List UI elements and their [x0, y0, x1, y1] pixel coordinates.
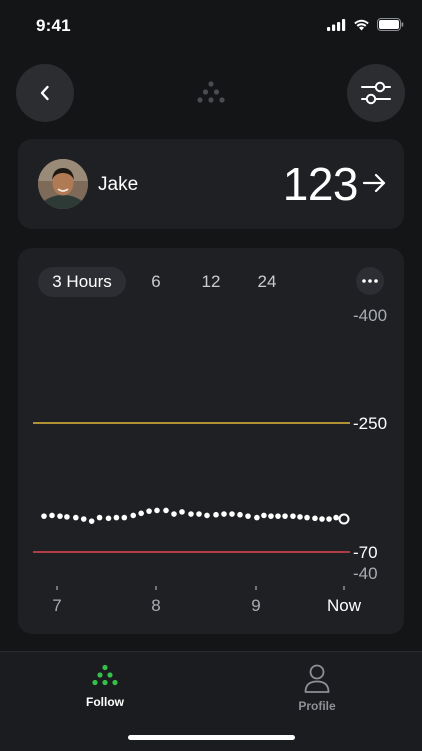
sliders-icon [361, 81, 391, 105]
data-point [221, 511, 227, 517]
data-point [88, 518, 95, 524]
data-point [146, 508, 152, 514]
data-point [49, 512, 55, 519]
data-point [290, 513, 296, 519]
y-tick-label-70: -70 [353, 543, 378, 562]
data-point [254, 514, 260, 521]
data-point-current [338, 513, 350, 525]
battery-icon [377, 18, 404, 31]
data-point [130, 512, 137, 519]
data-point [204, 512, 210, 519]
avatar [38, 159, 88, 209]
data-point [319, 516, 325, 522]
data-point [154, 507, 160, 514]
data-point [333, 514, 339, 521]
data-point [297, 514, 303, 520]
nav-follow[interactable]: Follow [45, 664, 165, 709]
data-point [121, 514, 128, 521]
data-point [312, 515, 318, 522]
arrow-right-icon [362, 173, 386, 193]
y-tick-label-40: -40 [353, 564, 378, 583]
data-point [96, 514, 103, 521]
data-point [138, 510, 144, 517]
y-tick-label-400: -400 [353, 306, 387, 325]
signal-icon [327, 18, 346, 31]
data-point [282, 513, 288, 519]
user-reading-card[interactable]: Jake 123 [18, 139, 404, 229]
data-point [73, 514, 79, 521]
x-tick-label-9: 9 [251, 596, 260, 615]
x-tick-label-8: 8 [151, 596, 160, 615]
data-point [64, 514, 70, 520]
data-point [105, 515, 112, 522]
status-time: 9:41 [36, 16, 71, 35]
glucose-chart-card: 3 Hours 6 12 24 -400 -250 -70 -40 7 8 9 Now [18, 248, 404, 634]
data-point [245, 513, 251, 519]
data-point [268, 513, 274, 519]
chevron-left-icon [40, 85, 49, 101]
data-point [261, 512, 267, 519]
glucose-reading: 123 [282, 158, 359, 210]
data-point [171, 511, 177, 517]
filter-button[interactable] [347, 64, 405, 122]
data-point [229, 511, 235, 517]
data-point [237, 511, 243, 518]
home-indicator [128, 735, 295, 740]
profile-icon [304, 664, 330, 693]
back-button[interactable] [16, 64, 74, 122]
x-tick-label-7: 7 [52, 596, 61, 615]
y-tick-label-250: -250 [353, 414, 387, 433]
nav-profile[interactable]: Profile [257, 664, 377, 713]
data-point [113, 514, 120, 521]
x-tick-label-Now: Now [327, 596, 362, 615]
data-point [196, 511, 202, 517]
data-point [275, 513, 281, 519]
data-point [188, 511, 194, 517]
follow-icon [92, 664, 118, 686]
data-point [179, 509, 185, 515]
data-point [213, 511, 219, 518]
data-point [80, 516, 87, 522]
data-point [326, 516, 332, 522]
nav-follow-label: Follow [86, 695, 124, 709]
app-logo-icon [196, 80, 226, 109]
data-point [41, 513, 47, 519]
nav-profile-label: Profile [298, 699, 336, 713]
status-icons [327, 18, 404, 31]
data-point [163, 507, 169, 514]
user-name: Jake [98, 174, 139, 195]
data-point [57, 513, 63, 519]
data-point [304, 514, 310, 521]
wifi-icon [354, 19, 369, 30]
glucose-chart: -400 -250 -70 -40 7 8 9 Now [33, 306, 387, 615]
